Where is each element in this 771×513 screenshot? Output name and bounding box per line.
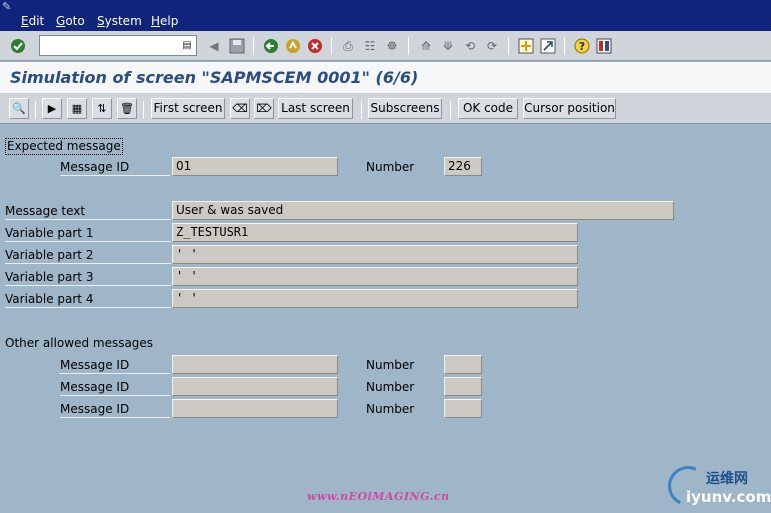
other-message-id-label-1: Message ID [60, 358, 170, 374]
previous-screen-icon[interactable]: ⌫ [230, 98, 250, 119]
message-text-label: Message text [5, 204, 171, 220]
other-message-id-field-2[interactable] [172, 377, 338, 396]
menu-bar: ✎ Edit Goto System Help [0, 0, 771, 31]
command-input[interactable] [40, 36, 180, 55]
first-screen-button[interactable]: First screen [151, 98, 225, 119]
next-screen-icon[interactable]: ▶ [42, 98, 62, 119]
watermark-text: www.nEOiMAGING.cn [307, 490, 450, 503]
watermark-cn-text: 运维网 [706, 471, 748, 487]
standard-toolbar: ▤ ◀ ⎙ ☷ ☸ ⟰ ⟱ ⟲ ⟳ ? [0, 31, 771, 61]
delete-icon[interactable]: 🗑 [117, 98, 137, 119]
number-field[interactable]: 226 [444, 157, 482, 176]
other-message-id-label-2: Message ID [60, 380, 170, 396]
display-icon[interactable]: 🔍 [9, 98, 29, 119]
menu-edit[interactable]: Edit [21, 14, 44, 29]
variable-part-3-field[interactable]: ' ' [172, 267, 578, 286]
other-number-label-2: Number [366, 380, 415, 394]
watermark-logo: 运维网 iyunv.com [662, 460, 771, 512]
other-number-field-1[interactable] [444, 355, 482, 374]
variable-part-2-field[interactable]: ' ' [172, 245, 578, 264]
other-number-label-3: Number [366, 402, 415, 416]
variable-part-2-label: Variable part 2 [5, 248, 171, 264]
shortcut-icon[interactable] [539, 37, 557, 55]
page-title: Simulation of screen "SAPMSCEM 0001" (6/… [10, 68, 419, 87]
find-next-icon[interactable]: ☸ [383, 37, 401, 55]
application-toolbar: 🔍 ▶ ▦ ⇅ 🗑 First screen ⌫ ⌦ Last screen S… [0, 94, 771, 124]
command-field[interactable]: ▤ [39, 35, 197, 56]
number-label: Number [366, 160, 415, 174]
variable-part-1-field[interactable]: Z_TESTUSR1 [172, 223, 578, 242]
next-screen-page-icon[interactable]: ⌦ [254, 98, 274, 119]
message-id-field[interactable]: 01 [172, 157, 338, 176]
select-all-icon[interactable]: ▦ [67, 98, 87, 119]
save-icon[interactable] [228, 37, 246, 55]
command-history-icon[interactable]: ▤ [180, 38, 194, 53]
variable-part-1-label: Variable part 1 [5, 226, 171, 242]
help-icon[interactable]: ? [573, 37, 591, 55]
cursor-position-button[interactable]: Cursor position [523, 98, 616, 119]
back-icon[interactable] [262, 37, 280, 55]
system-menu-icon[interactable]: ✎ [2, 1, 16, 13]
collapse-icon[interactable]: ◀ [205, 37, 223, 55]
variable-part-3-label: Variable part 3 [5, 270, 171, 286]
layout-menu-icon[interactable] [595, 37, 613, 55]
title-bar: Simulation of screen "SAPMSCEM 0001" (6/… [0, 62, 771, 94]
ok-code-button[interactable]: OK code [458, 98, 518, 119]
other-allowed-messages-label: Other allowed messages [5, 336, 154, 350]
svg-text:?: ? [579, 40, 585, 53]
variable-part-4-field[interactable]: ' ' [172, 289, 578, 308]
other-number-field-2[interactable] [444, 377, 482, 396]
other-message-id-field-3[interactable] [172, 399, 338, 418]
other-message-id-label-3: Message ID [60, 402, 170, 418]
other-number-label-1: Number [366, 358, 415, 372]
menu-goto[interactable]: Goto [56, 14, 85, 29]
first-page-icon[interactable]: ⟰ [417, 37, 435, 55]
print-icon[interactable]: ⎙ [339, 37, 357, 55]
find-icon[interactable]: ☷ [361, 37, 379, 55]
variable-part-4-label: Variable part 4 [5, 292, 171, 308]
create-session-icon[interactable] [517, 37, 535, 55]
other-message-id-field-1[interactable] [172, 355, 338, 374]
screen-body: Expected message Message ID 01 Number 22… [0, 125, 771, 513]
next-page-icon[interactable]: ⟲ [461, 37, 479, 55]
cancel-icon[interactable] [306, 37, 324, 55]
exit-icon[interactable] [284, 37, 302, 55]
subscreens-button[interactable]: Subscreens [368, 98, 442, 119]
message-id-label: Message ID [60, 160, 170, 176]
last-page-icon[interactable]: ⟳ [483, 37, 501, 55]
sort-icon[interactable]: ⇅ [92, 98, 112, 119]
menu-system[interactable]: System [97, 14, 142, 29]
message-text-field[interactable]: User & was saved [172, 201, 674, 220]
other-number-field-3[interactable] [444, 399, 482, 418]
last-screen-button[interactable]: Last screen [278, 98, 353, 119]
menu-help[interactable]: Help [151, 14, 178, 29]
enter-icon[interactable] [9, 37, 27, 55]
watermark-en-text: iyunv.com [686, 488, 771, 506]
previous-page-icon[interactable]: ⟱ [439, 37, 457, 55]
expected-message-label: Expected message [5, 138, 123, 155]
